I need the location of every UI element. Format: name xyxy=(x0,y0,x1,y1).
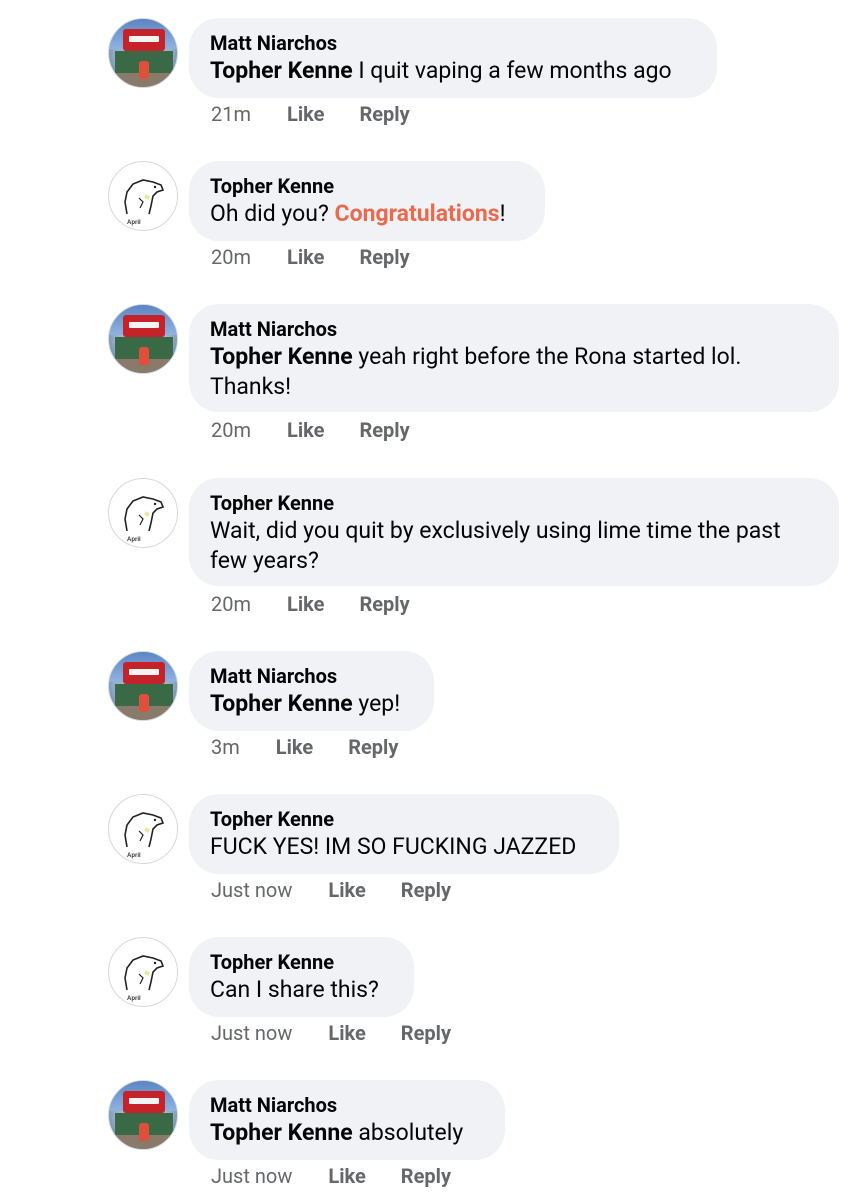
comment-time[interactable]: Just now xyxy=(211,1164,292,1188)
avatar[interactable] xyxy=(108,18,178,88)
highlighted-word[interactable]: Congratulations xyxy=(335,200,500,227)
avatar-sign xyxy=(123,29,165,51)
comment-bubble: Matt Niarchos Topher Kenne I quit vaping… xyxy=(189,18,717,98)
avatar-sign xyxy=(123,315,165,337)
comment-time[interactable]: Just now xyxy=(211,878,292,902)
reply-button[interactable]: Reply xyxy=(348,735,398,759)
avatar-sign xyxy=(123,1091,165,1113)
avatar-caption: April xyxy=(127,537,141,543)
comment-body-end: ! xyxy=(499,200,506,227)
comment-bubble: Matt Niarchos Topher Kenne absolutely xyxy=(189,1080,505,1160)
comment-actions: 20m Like Reply xyxy=(211,592,410,616)
comment-bubble: Topher Kenne Can I share this? xyxy=(189,937,414,1017)
mention-tag[interactable]: Topher Kenne xyxy=(210,343,353,370)
comment-body: I quit vaping a few months ago xyxy=(352,57,672,84)
comment-body: absolutely xyxy=(352,1119,464,1146)
avatar-person xyxy=(139,347,149,365)
comment-time[interactable]: 20m xyxy=(211,418,251,442)
comment-body: Oh did you? xyxy=(210,200,335,227)
comment-author[interactable]: Matt Niarchos xyxy=(210,1092,483,1118)
comment-bubble: Matt Niarchos Topher Kenne yep! xyxy=(189,651,434,731)
reply-button[interactable]: Reply xyxy=(401,1021,451,1045)
sketch-drawing: April xyxy=(124,496,165,543)
avatar-person xyxy=(139,694,149,712)
sketch-drawing: April xyxy=(124,179,165,226)
mention-tag[interactable]: Topher Kenne xyxy=(210,1119,353,1146)
reply-button[interactable]: Reply xyxy=(401,878,451,902)
mention-tag[interactable]: Topher Kenne xyxy=(210,57,353,84)
avatar-person xyxy=(139,1123,149,1141)
comment-bubble: Topher Kenne Wait, did you quit by exclu… xyxy=(189,478,839,586)
comment-actions: Just now Like Reply xyxy=(211,1021,451,1045)
comment-bubble: Topher Kenne FUCK YES! IM SO FUCKING JAZ… xyxy=(189,794,619,874)
avatar-sign xyxy=(123,662,165,684)
comment-text: Wait, did you quit by exclusively using … xyxy=(210,517,781,544)
comment-author[interactable]: Topher Kenne xyxy=(210,806,597,832)
like-button[interactable]: Like xyxy=(287,592,324,616)
comment-text: Topher Kenne yep! xyxy=(210,689,412,719)
comment-author[interactable]: Topher Kenne xyxy=(210,949,392,975)
comment-actions: 20m Like Reply xyxy=(211,418,410,442)
comment-actions: Just now Like Reply xyxy=(211,1164,451,1188)
like-button[interactable]: Like xyxy=(328,1021,365,1045)
comment-text: Oh did you? Congratulations! xyxy=(210,199,523,229)
like-button[interactable]: Like xyxy=(287,102,324,126)
comment-body: yep! xyxy=(352,690,401,717)
avatar[interactable]: April xyxy=(108,478,178,548)
comment-text: FUCK YES! IM SO FUCKING JAZZED xyxy=(210,833,577,860)
avatar-person xyxy=(139,61,149,79)
avatar[interactable] xyxy=(108,651,178,721)
avatar[interactable]: April xyxy=(108,937,178,1007)
avatar-caption: April xyxy=(127,220,141,226)
comment-text: Topher Kenne absolutely xyxy=(210,1118,483,1148)
avatar-caption: April xyxy=(127,996,141,1002)
comment-author[interactable]: Matt Niarchos xyxy=(210,30,695,56)
like-button[interactable]: Like xyxy=(328,878,365,902)
comment-author[interactable]: Matt Niarchos xyxy=(210,316,817,342)
comment-author[interactable]: Topher Kenne xyxy=(210,173,523,199)
comment-bubble: Matt Niarchos Topher Kenne yeah right be… xyxy=(189,304,839,412)
avatar-caption: April xyxy=(127,853,141,859)
reply-button[interactable]: Reply xyxy=(359,245,409,269)
comment-text: Can I share this? xyxy=(210,976,379,1003)
reply-button[interactable]: Reply xyxy=(401,1164,451,1188)
comment-text-line2: Thanks! xyxy=(210,373,292,400)
comment-text: Topher Kenne yeah right before the Rona … xyxy=(210,342,817,372)
comment-text-line2: few years? xyxy=(210,547,319,574)
avatar[interactable] xyxy=(108,1080,178,1150)
comment-author[interactable]: Matt Niarchos xyxy=(210,663,412,689)
reply-button[interactable]: Reply xyxy=(359,418,409,442)
comment-actions: 3m Like Reply xyxy=(211,735,398,759)
reply-button[interactable]: Reply xyxy=(359,592,409,616)
mention-tag[interactable]: Topher Kenne xyxy=(210,690,353,717)
comment-actions: 21m Like Reply xyxy=(211,102,410,126)
like-button[interactable]: Like xyxy=(287,245,324,269)
comment-time[interactable]: 20m xyxy=(211,245,251,269)
comment-actions: Just now Like Reply xyxy=(211,878,451,902)
avatar[interactable]: April xyxy=(108,161,178,231)
comment-author[interactable]: Topher Kenne xyxy=(210,490,817,516)
sketch-drawing: April xyxy=(124,812,165,859)
comment-time[interactable]: 20m xyxy=(211,592,251,616)
like-button[interactable]: Like xyxy=(328,1164,365,1188)
avatar[interactable] xyxy=(108,304,178,374)
reply-button[interactable]: Reply xyxy=(359,102,409,126)
like-button[interactable]: Like xyxy=(276,735,313,759)
comment-bubble: Topher Kenne Oh did you? Congratulations… xyxy=(189,161,545,241)
comment-time[interactable]: Just now xyxy=(211,1021,292,1045)
sketch-drawing: April xyxy=(124,955,165,1002)
like-button[interactable]: Like xyxy=(287,418,324,442)
comment-time[interactable]: 21m xyxy=(211,102,251,126)
comment-text: Topher Kenne I quit vaping a few months … xyxy=(210,56,695,86)
avatar[interactable]: April xyxy=(108,794,178,864)
comment-time[interactable]: 3m xyxy=(211,735,240,759)
comment-actions: 20m Like Reply xyxy=(211,245,410,269)
comment-body: yeah right before the Rona started lol. xyxy=(352,343,742,370)
